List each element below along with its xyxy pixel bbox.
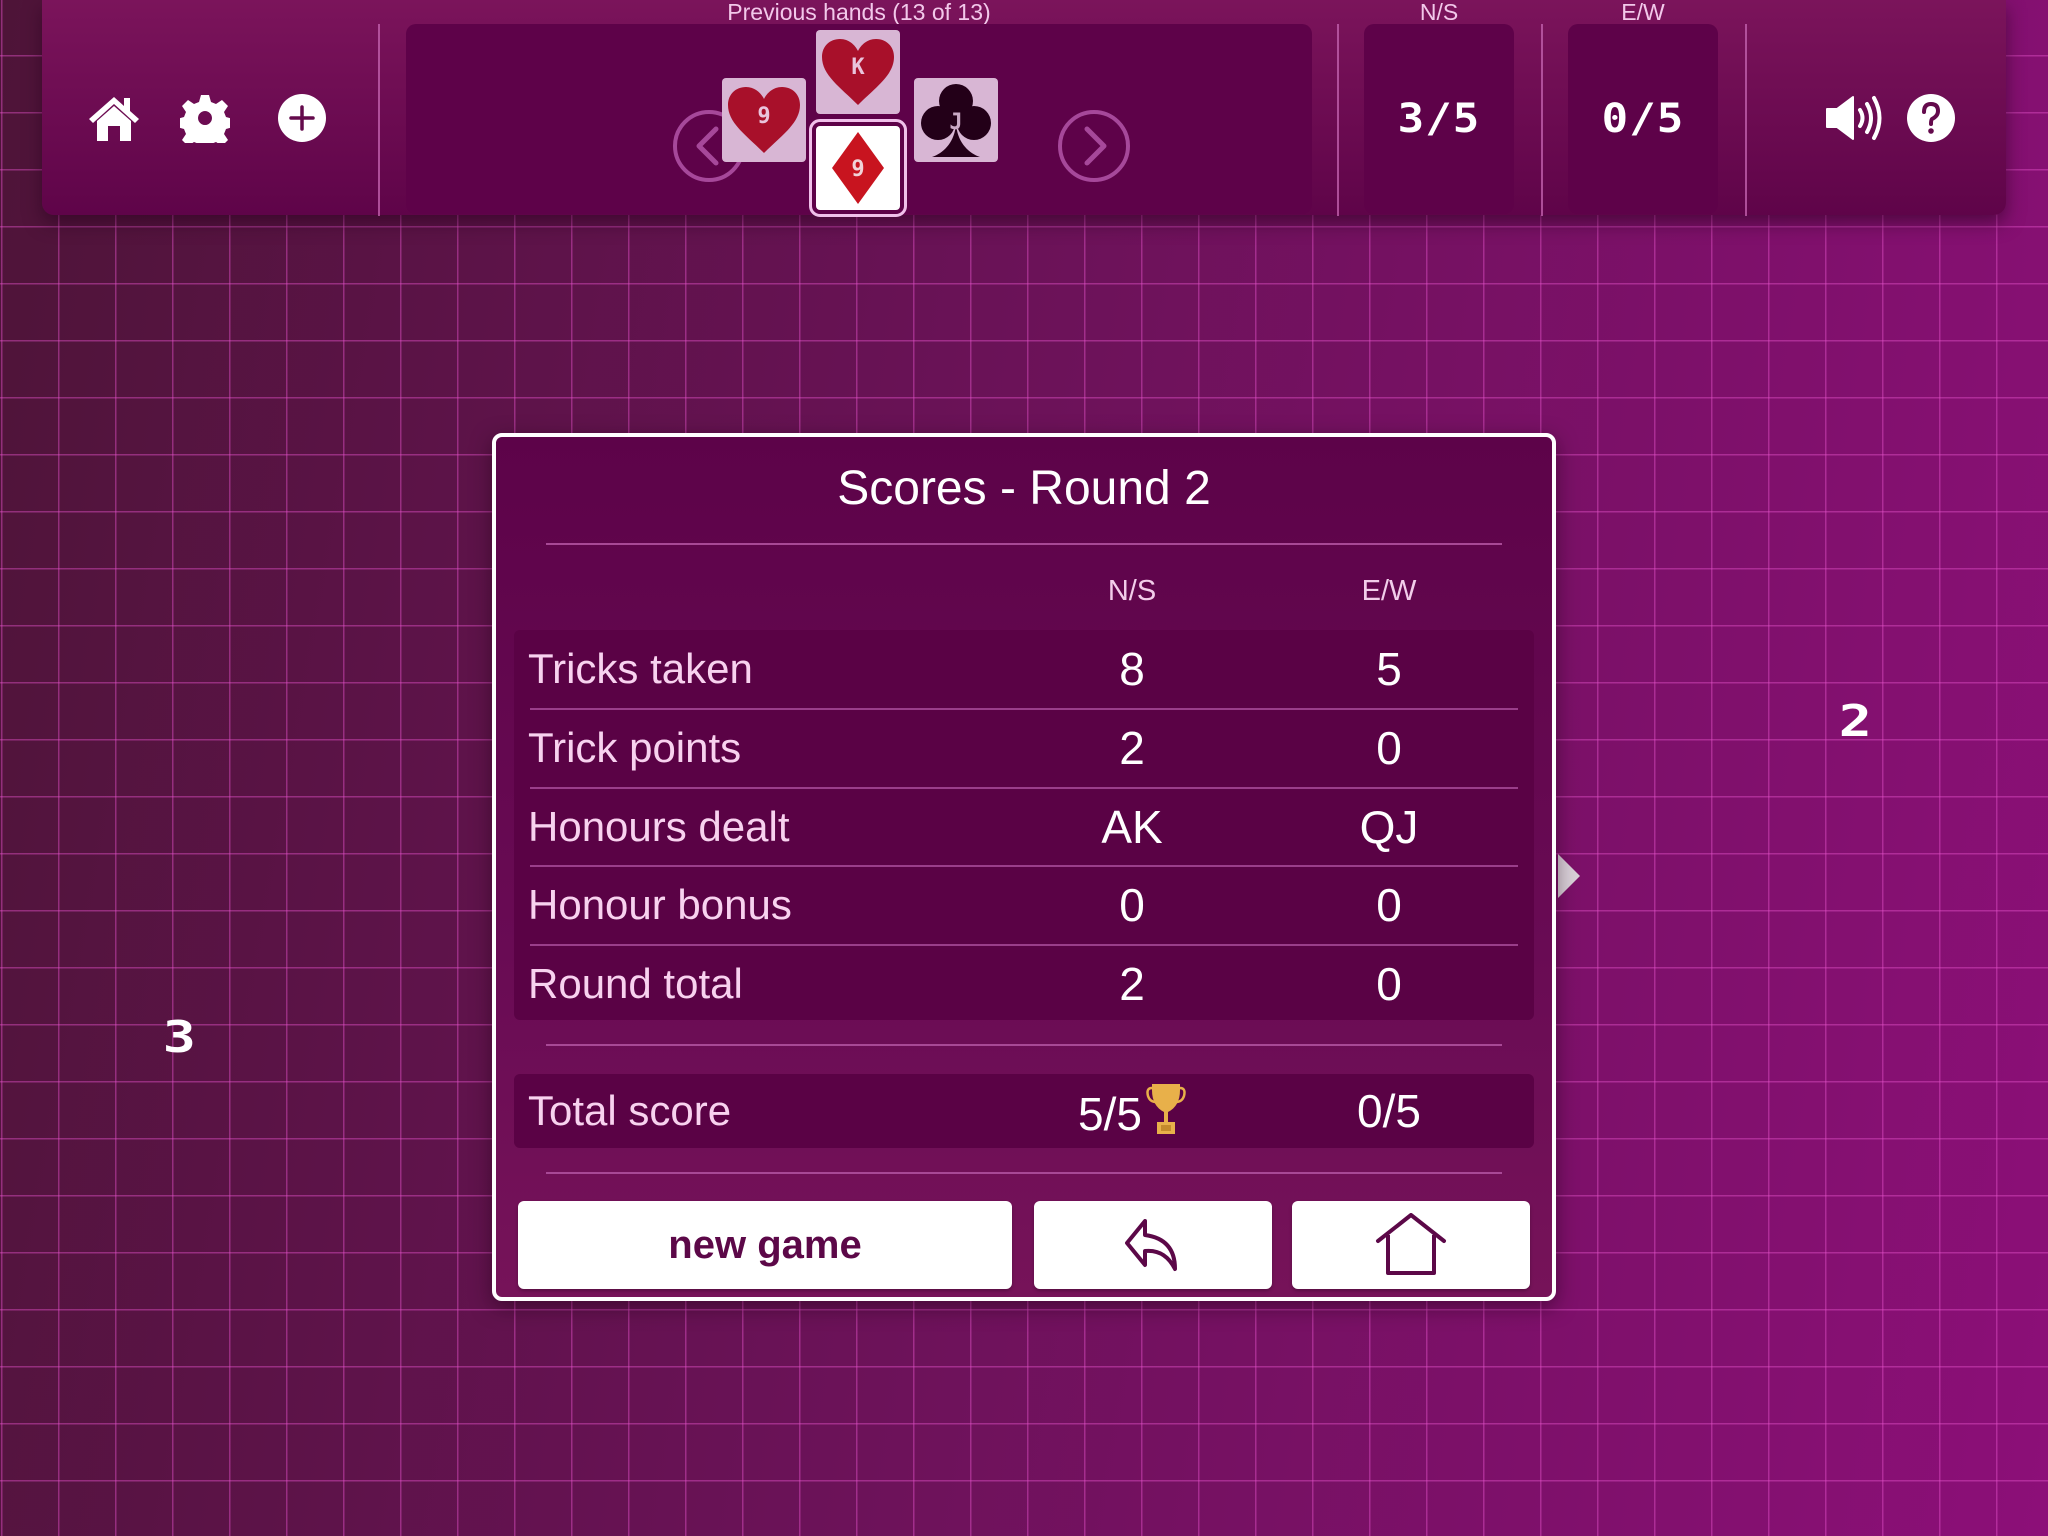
previous-hands-label: Previous hands (13 of 13)	[727, 0, 991, 25]
total-value-ew: 0/5	[1357, 1085, 1421, 1137]
diamond-icon: 9	[832, 132, 884, 204]
table-row: Trick points 2 0	[514, 709, 1534, 787]
card-rank: 9	[851, 157, 864, 182]
card-rank: 9	[757, 104, 770, 129]
seat-label-west: 3	[162, 1012, 196, 1063]
settings-button[interactable]	[177, 90, 233, 146]
total-score-row: Total score 5/5 0/5	[514, 1074, 1534, 1148]
trophy-icon	[1146, 1083, 1186, 1134]
previous-hands-panel: 9 K 9 J	[406, 24, 1312, 217]
ew-score-box: 0/5	[1568, 24, 1718, 214]
card-rank: J	[949, 110, 962, 135]
column-header-ns: N/S	[1107, 575, 1157, 607]
next-hand-button[interactable]	[1057, 109, 1131, 183]
table-row: Total score 5/5 0/5	[514, 1072, 1534, 1150]
column-header-ew: E/W	[1361, 575, 1417, 607]
trick-card-west[interactable]: 9	[722, 78, 806, 162]
help-button[interactable]	[1903, 90, 1959, 146]
gear-icon	[180, 95, 230, 143]
chevron-right-icon	[1058, 110, 1130, 182]
top-toolbar: Previous hands (13 of 13) 9 K 9 J N/S 3/…	[42, 0, 2006, 217]
trick-card-south[interactable]: 9	[809, 119, 907, 217]
row-label: Tricks taken	[528, 645, 753, 692]
total-value-ns: 5/5	[1078, 1087, 1142, 1140]
toolbar-separator	[1541, 24, 1543, 216]
ns-score-label: N/S	[1419, 0, 1459, 25]
heart-icon: 9	[728, 87, 800, 153]
row-value-ew: QJ	[1359, 801, 1419, 853]
new-game-label: new game	[668, 1222, 862, 1267]
table-row: Honours dealt AK QJ	[514, 788, 1534, 866]
table-row: Tricks taken 8 5	[514, 630, 1534, 708]
row-label: Honour bonus	[528, 881, 792, 928]
total-score-label: Total score	[528, 1087, 732, 1134]
row-value-ew: 5	[1376, 643, 1402, 695]
scores-dialog: Scores - Round 2 N/S E/W Tricks taken 8 …	[492, 433, 1556, 1301]
speaker-icon	[1826, 96, 1882, 140]
divider	[546, 1044, 1502, 1046]
sound-button[interactable]	[1823, 90, 1887, 146]
row-value-ns: AK	[1101, 801, 1163, 853]
ns-score-value: 3/5	[1397, 96, 1481, 142]
trick-card-east[interactable]: J	[914, 78, 998, 162]
dialog-title: Scores - Round 2	[837, 462, 1211, 515]
row-value-ns: 8	[1119, 643, 1145, 695]
ew-score-value: 0/5	[1601, 96, 1685, 142]
card-rank: K	[851, 55, 865, 80]
club-icon: J	[921, 84, 991, 157]
score-table: Tricks taken 8 5 Trick points 2 0 Honour…	[514, 630, 1534, 1020]
table-row: Round total 2 0	[514, 945, 1534, 1023]
toolbar-separator	[1337, 24, 1339, 216]
row-label: Trick points	[528, 724, 742, 771]
home-outline-icon	[1376, 1213, 1446, 1275]
row-value-ns: 2	[1119, 958, 1145, 1010]
side-pointer-arrow	[1558, 854, 1580, 898]
help-icon	[1907, 94, 1955, 142]
plus-circle-icon	[278, 94, 326, 142]
row-value-ns: 0	[1119, 879, 1145, 931]
toolbar-separator	[1745, 24, 1747, 216]
toolbar-separator	[378, 24, 380, 216]
home-icon	[89, 97, 139, 141]
table-row: Honour bonus 0 0	[514, 866, 1534, 944]
reply-arrow-icon	[1125, 1219, 1177, 1271]
new-deal-button[interactable]	[274, 90, 330, 146]
seat-label-east: 2	[1838, 696, 1872, 747]
heart-icon: K	[822, 39, 894, 105]
back-button[interactable]	[1034, 1201, 1272, 1289]
ew-score-label: E/W	[1621, 0, 1665, 25]
home-button-dialog[interactable]	[1292, 1201, 1530, 1289]
home-button[interactable]	[86, 90, 142, 146]
row-value-ns: 2	[1119, 722, 1145, 774]
ns-score-box: 3/5	[1364, 24, 1514, 214]
new-game-button[interactable]: new game	[518, 1201, 1012, 1289]
row-value-ew: 0	[1376, 879, 1402, 931]
row-label: Round total	[528, 960, 743, 1007]
row-value-ew: 0	[1376, 958, 1402, 1010]
row-label: Honours dealt	[528, 803, 790, 850]
row-value-ew: 0	[1376, 722, 1402, 774]
divider	[546, 1172, 1502, 1174]
trick-card-north[interactable]: K	[816, 30, 900, 114]
total-score-ns: 5/5	[1032, 1082, 1232, 1141]
divider	[546, 543, 1502, 545]
